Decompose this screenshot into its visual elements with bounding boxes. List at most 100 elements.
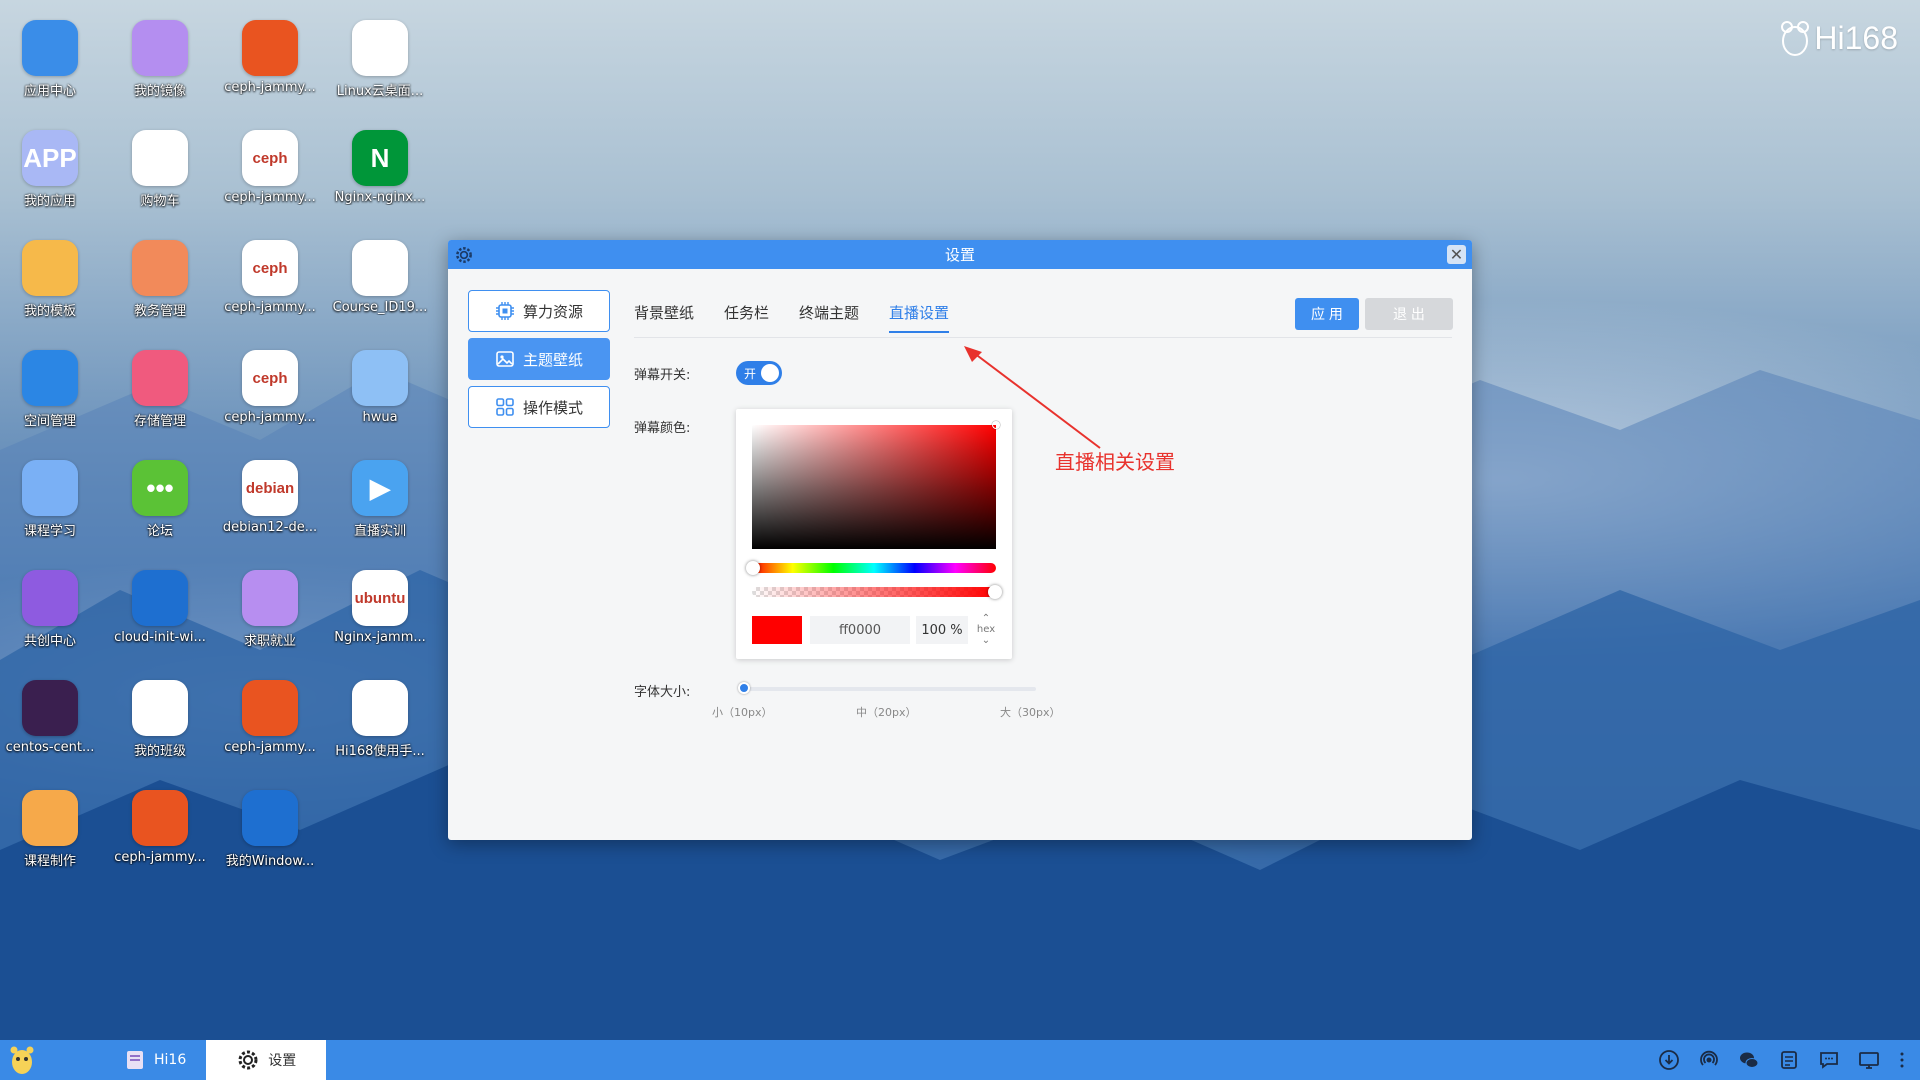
app-icon: APP <box>22 130 78 186</box>
font-size-handle[interactable] <box>738 682 750 694</box>
font-tick-medium: 中（20px） <box>856 706 917 719</box>
desktop-icon-label: 应用中心 <box>23 84 76 99</box>
side-btn-mode[interactable]: 操作模式 <box>468 386 610 428</box>
taskbar-item-hi16[interactable]: Hi16 <box>104 1040 206 1080</box>
desktop-icon[interactable]: Hi168使用手... <box>332 680 428 759</box>
desktop-icon[interactable]: centos-cent... <box>2 680 98 755</box>
desktop-icon-label: ceph-jammy... <box>224 740 316 755</box>
tab-live-settings[interactable]: 直播设置 <box>889 302 950 333</box>
desktop-icon[interactable]: cloud-init-wi... <box>112 570 208 645</box>
hue-handle[interactable] <box>746 561 760 575</box>
monitor-icon[interactable] <box>1858 1049 1880 1071</box>
danmu-color-label: 弹幕颜色: <box>634 421 691 436</box>
desktop-icon[interactable]: 应用中心 <box>2 20 98 99</box>
desktop-icon[interactable]: 购物车 <box>112 130 208 209</box>
desktop-icon-label: 购物车 <box>140 194 180 209</box>
exit-button[interactable]: 退 出 <box>1365 298 1453 330</box>
desktop-icon[interactable]: ubuntu Nginx-jamm... <box>332 570 428 645</box>
class-icon <box>132 680 188 736</box>
notes-icon[interactable] <box>1778 1049 1800 1071</box>
alpha-input[interactable] <box>916 616 968 644</box>
desktop-icon-label: ceph-jammy... <box>224 80 316 95</box>
desktop-icon[interactable]: ceph-jammy... <box>222 20 318 95</box>
chip-icon <box>495 302 514 320</box>
font-size-track[interactable] <box>744 687 1036 691</box>
alpha-slider[interactable] <box>752 587 996 597</box>
ubuntu-icon <box>132 790 188 846</box>
desktop-icon[interactable]: ceph-jammy... <box>222 680 318 755</box>
desktop-icon[interactable]: APP 我的应用 <box>2 130 98 209</box>
gear-icon <box>456 247 472 263</box>
desktop-icon[interactable]: 求职就业 <box>222 570 318 649</box>
desktop-icon[interactable]: 我的镜像 <box>112 20 208 99</box>
desktop-icon-label: 直播实训 <box>353 524 406 539</box>
hex-input[interactable] <box>810 616 910 644</box>
desktop-icon[interactable]: 共创中心 <box>2 570 98 649</box>
desktop-icon-label: Course_ID19... <box>332 300 428 315</box>
desktop-icon[interactable]: ceph ceph-jammy... <box>222 130 318 205</box>
wechat-icon[interactable] <box>1738 1049 1760 1071</box>
desktop-icon-label: 我的镜像 <box>133 84 186 99</box>
desktop-icon[interactable]: ceph ceph-jammy... <box>222 350 318 425</box>
live-icon: ▶ <box>352 460 408 516</box>
desktop-icon[interactable]: 课程学习 <box>2 460 98 539</box>
ceph-icon: ceph <box>242 130 298 186</box>
ceph-icon: ceph <box>242 350 298 406</box>
desktop-icon[interactable]: 课程制作 <box>2 790 98 869</box>
desktop-icon-label: 论坛 <box>146 524 173 539</box>
desktop-icon[interactable]: 空间管理 <box>2 350 98 429</box>
tab-wallpaper[interactable]: 背景壁纸 <box>634 302 694 333</box>
taskbar-item-label: 设置 <box>268 1053 297 1069</box>
start-button[interactable] <box>0 1040 44 1080</box>
desktop-icon[interactable]: 我的班级 <box>112 680 208 759</box>
close-icon: ✕ <box>1449 245 1464 264</box>
desktop-icon[interactable]: ••• 论坛 <box>112 460 208 539</box>
desktop-icon[interactable]: 教务管理 <box>112 240 208 319</box>
annotation-arrow <box>964 346 1101 449</box>
desktop-icon[interactable]: ceph ceph-jammy... <box>222 240 318 315</box>
chevron-down-icon: ⌄ <box>981 635 991 646</box>
desktop-icon-label: 我的应用 <box>23 194 76 209</box>
desktop-icon[interactable]: hwua <box>332 350 428 425</box>
linux-penguin-icon <box>352 240 408 296</box>
hue-slider[interactable] <box>752 563 996 573</box>
image-icon <box>132 20 188 76</box>
ubuntu-icon: ubuntu <box>352 570 408 626</box>
tab-taskbar[interactable]: 任务栏 <box>724 302 769 333</box>
desktop-icon[interactable]: 存储管理 <box>112 350 208 429</box>
close-button[interactable]: ✕ <box>1447 245 1466 264</box>
desktop-icon[interactable]: 我的模板 <box>2 240 98 319</box>
taskbar-item-settings[interactable]: 设置 <box>206 1040 327 1080</box>
side-btn-mode-label: 操作模式 <box>522 398 583 417</box>
apply-button[interactable]: 应 用 <box>1295 298 1359 330</box>
side-btn-theme-label: 主题壁纸 <box>522 350 583 369</box>
desktop-icon[interactable]: ▶ 直播实训 <box>332 460 428 539</box>
debian-icon: debian <box>242 460 298 516</box>
desktop-icon-label: ceph-jammy... <box>114 850 206 865</box>
desktop-icon[interactable]: Course_ID19... <box>332 240 428 315</box>
desktop-icon[interactable]: N Nginx-nginx... <box>332 130 428 205</box>
side-btn-theme[interactable]: 主题壁纸 <box>468 338 610 380</box>
system-tray <box>1658 1040 1920 1080</box>
more-icon[interactable] <box>1898 1049 1906 1071</box>
storage-icon <box>132 350 188 406</box>
desktop-icon[interactable]: Linux云桌面... <box>332 20 428 99</box>
taskbar: Hi16 设置 <box>0 1040 1920 1080</box>
desktop-icon[interactable]: debian debian12-de... <box>222 460 318 535</box>
grid-icon <box>496 398 514 416</box>
desktop-icon[interactable]: ceph-jammy... <box>112 790 208 865</box>
broadcast-icon[interactable] <box>1698 1049 1720 1071</box>
mascot-icon <box>10 1046 34 1074</box>
window-titlebar[interactable]: 设置 ✕ <box>448 240 1472 269</box>
toggle-text: 开 <box>744 367 757 381</box>
danmu-toggle[interactable]: 开 <box>736 361 782 385</box>
chat-icon[interactable] <box>1818 1049 1840 1071</box>
download-icon[interactable] <box>1658 1049 1680 1071</box>
desktop-icon-label: Nginx-jamm... <box>334 630 426 645</box>
alpha-handle[interactable] <box>988 585 1002 599</box>
desktop-icon[interactable]: 我的Window... <box>222 790 318 869</box>
desktop-icon-label: 存储管理 <box>133 414 186 429</box>
tab-terminal-theme[interactable]: 终端主题 <box>799 302 859 333</box>
color-mode-toggle[interactable]: ⌃ hex ⌄ <box>974 613 998 646</box>
side-btn-compute[interactable]: 算力资源 <box>468 290 610 332</box>
